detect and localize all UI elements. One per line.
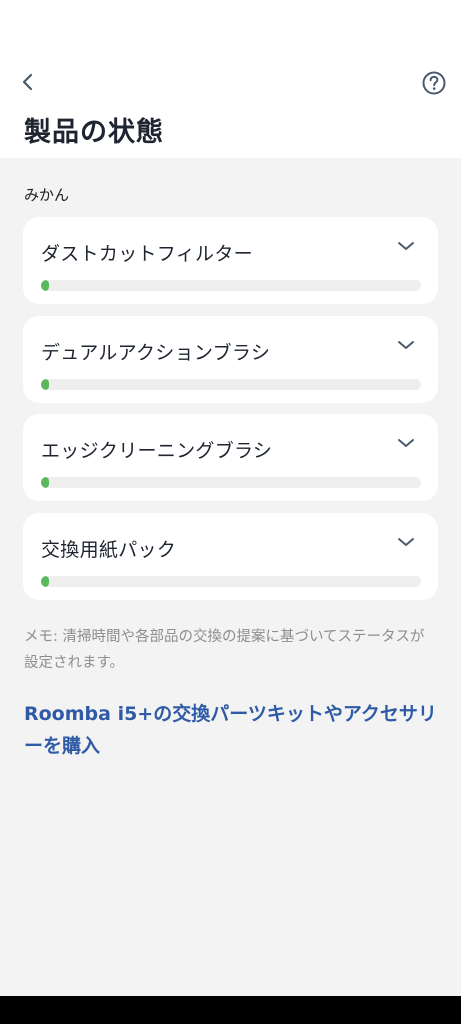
part-label: エッジクリーニングブラシ [41, 440, 273, 462]
purchase-parts-link[interactable]: Roomba i5+の交換パーツキットやアクセサリーを購入 [24, 698, 444, 762]
chevron-down-icon [398, 538, 414, 546]
part-status-fill [41, 280, 49, 291]
screen: 製品の状態 みかん ダストカットフィルター デュアルアクションブラシ エッジクリ… [0, 0, 461, 1024]
part-status-fill [41, 379, 49, 390]
system-navigation-bar [0, 996, 461, 1024]
chevron-down-icon [398, 341, 414, 349]
device-name: みかん [24, 186, 70, 204]
chevron-down-icon [398, 242, 414, 250]
part-label: ダストカットフィルター [41, 243, 253, 265]
status-note: メモ: 清掃時間や各部品の交換の提案に基づいてステータスが設定されます。 [24, 629, 425, 671]
part-status-bar [41, 576, 421, 587]
question-circle-icon [422, 71, 446, 95]
part-label: デュアルアクションブラシ [41, 342, 271, 364]
part-status-fill [41, 576, 49, 587]
part-label: 交換用紙パック [41, 539, 177, 561]
chevron-left-icon [22, 73, 33, 91]
part-card-edge-brush[interactable]: エッジクリーニングブラシ [23, 414, 438, 501]
part-status-bar [41, 477, 421, 488]
part-card-dual-action-brush[interactable]: デュアルアクションブラシ [23, 316, 438, 403]
part-card-paper-bag[interactable]: 交換用紙パック [23, 513, 438, 600]
chevron-down-icon [398, 439, 414, 447]
page-title: 製品の状態 [24, 117, 164, 148]
part-status-fill [41, 477, 49, 488]
part-status-bar [41, 379, 421, 390]
help-button[interactable] [420, 69, 448, 97]
back-button[interactable] [14, 68, 42, 96]
part-status-bar [41, 280, 421, 291]
part-card-dust-filter[interactable]: ダストカットフィルター [23, 217, 438, 304]
header: 製品の状態 [0, 0, 461, 158]
